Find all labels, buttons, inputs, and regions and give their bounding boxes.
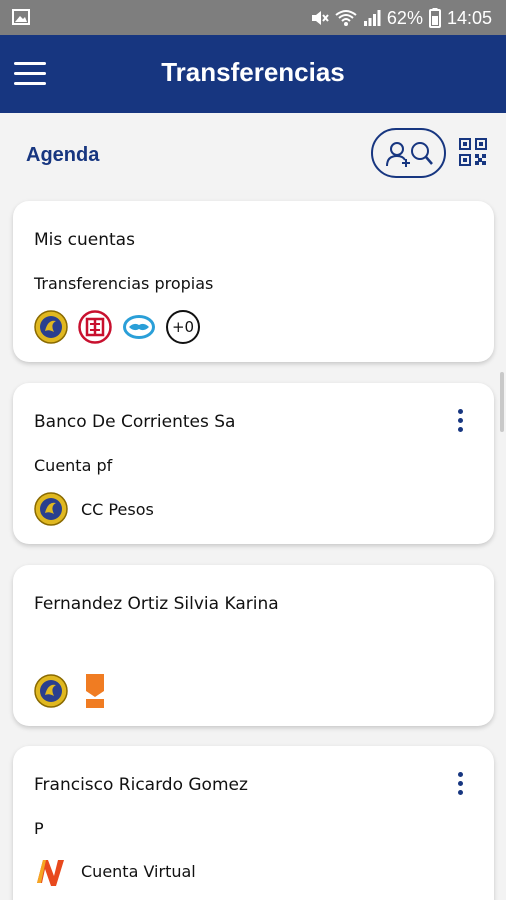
- card-title: Fernandez Ortiz Silvia Karina: [34, 594, 279, 614]
- battery-icon: [428, 8, 441, 28]
- contact-search-button[interactable]: [371, 128, 446, 178]
- contact-card[interactable]: Fernandez Ortiz Silvia Karina: [13, 565, 494, 726]
- gallery-icon: [12, 9, 30, 25]
- extra-accounts-badge: +0: [166, 310, 200, 344]
- page-title: Transferencias: [161, 57, 345, 87]
- account-label: Cuenta Virtual: [81, 861, 196, 881]
- card-title: Mis cuentas: [34, 230, 135, 250]
- orange-bookmark-logo: [86, 674, 104, 708]
- mercadopago-logo: [123, 315, 155, 339]
- card-subtitle: P: [34, 819, 44, 838]
- more-options-icon[interactable]: [450, 407, 470, 435]
- naranja-x-logo: [37, 860, 64, 886]
- more-options-icon[interactable]: [450, 770, 470, 798]
- card-title: Francisco Ricardo Gomez: [34, 775, 248, 795]
- signal-icon: [363, 10, 381, 26]
- scrollbar[interactable]: [500, 372, 504, 432]
- banco-corrientes-logo: [34, 674, 68, 708]
- account-label: CC Pesos: [81, 499, 154, 519]
- wifi-icon: [335, 10, 357, 26]
- contact-card[interactable]: Banco De Corrientes Sa Cuenta pf CC Peso…: [13, 383, 494, 544]
- card-subtitle: Transferencias propias: [34, 274, 214, 293]
- app-bar: Transferencias: [0, 35, 506, 113]
- battery-percent: 62%: [386, 7, 423, 28]
- banco-corrientes-logo: [34, 310, 68, 344]
- qr-code-icon[interactable]: [459, 138, 487, 166]
- card-subtitle: Cuenta pf: [34, 456, 113, 475]
- contact-search-icon: [386, 142, 433, 167]
- card-title: Banco De Corrientes Sa: [34, 412, 236, 432]
- own-accounts-card[interactable]: Mis cuentas Transferencias propias +0: [13, 201, 494, 362]
- clock: 14:05: [446, 7, 492, 28]
- status-bar: 62% 14:05: [0, 0, 506, 35]
- banco-corrientes-logo: [34, 492, 68, 526]
- mute-icon: [311, 11, 329, 25]
- contact-card[interactable]: Francisco Ricardo Gomez P Cuenta Virtual: [13, 746, 494, 900]
- icbc-logo: [78, 310, 112, 344]
- agenda-label: Agenda: [26, 144, 100, 166]
